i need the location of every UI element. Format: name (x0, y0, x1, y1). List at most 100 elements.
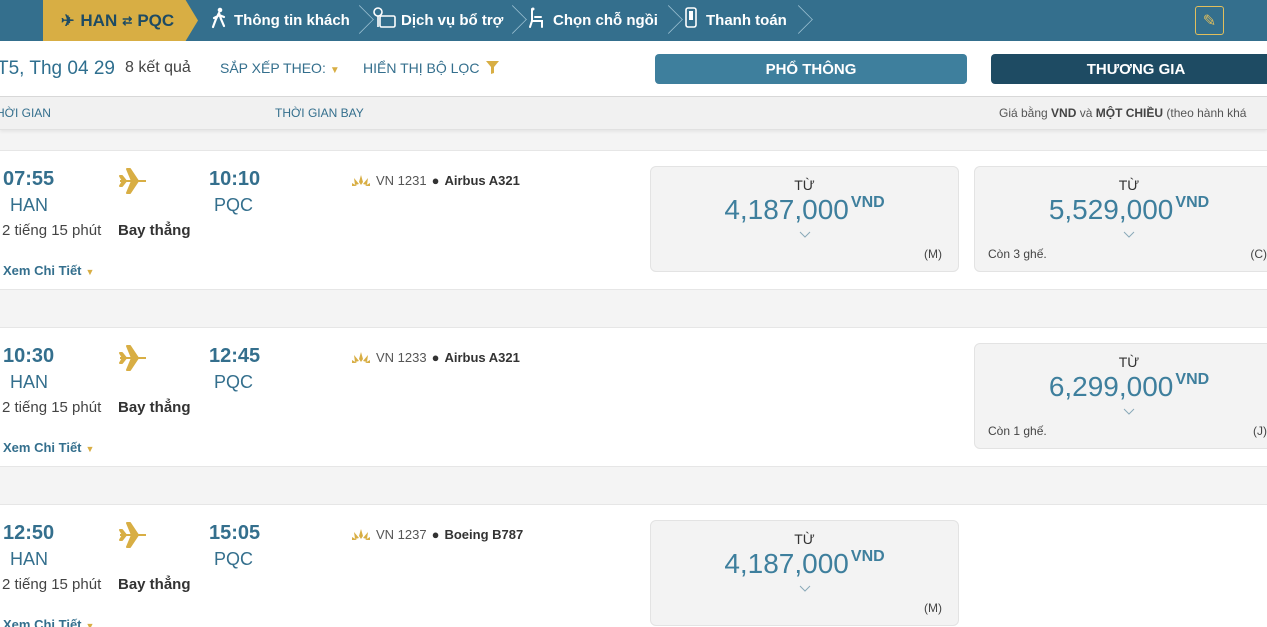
sort-dropdown[interactable]: SẮP XẾP THEO: ▼ (220, 60, 340, 76)
edit-search-button[interactable]: ✎ (1195, 6, 1224, 35)
flight-duration: 2 tiếng 15 phút (2, 222, 102, 239)
fare-class: (M) (924, 601, 942, 615)
fare-amount: 6,299,000 (1048, 371, 1174, 402)
departure-time: 10:30 (3, 345, 55, 367)
flight-number: VN 1233 (376, 350, 427, 365)
fare-price: 5,529,000 VND (975, 194, 1267, 226)
aircraft-type: Boeing B787 (444, 527, 524, 542)
stops-label: Bay thẳng (118, 399, 191, 416)
view-details-link[interactable]: Xem Chi Tiết ▼ (3, 440, 94, 455)
view-details-label: Xem Chi Tiết (3, 617, 82, 627)
economy-fare-card[interactable]: TỪ 4,187,000 VND (M) (650, 166, 959, 272)
step-separator (352, 0, 364, 41)
arrival-airport: PQC (214, 549, 254, 569)
flight-duration: 2 tiếng 15 phút (2, 399, 102, 416)
tab-business[interactable]: THƯƠNG GIA (991, 54, 1267, 84)
business-fare-card[interactable]: TỪ 5,529,000 VND Còn 3 ghế. (C) (974, 166, 1267, 272)
fare-from-label: TỪ (1118, 354, 1140, 370)
view-details-link[interactable]: Xem Chi Tiết ▼ (3, 263, 94, 278)
airplane-icon (119, 168, 146, 194)
column-time: HỜI GIAN (0, 106, 51, 120)
show-filter-button[interactable]: HIỂN THỊ BỘ LỌC (363, 60, 500, 76)
step-passenger-info[interactable]: Thông tin khách (208, 0, 350, 41)
arrival-airport: PQC (214, 372, 254, 392)
price-note-prefix: Giá bằng (999, 106, 1052, 120)
arrival-time: 12:45 (209, 345, 261, 367)
funnel-icon (482, 60, 500, 76)
aircraft-type: Airbus A321 (444, 173, 520, 188)
fare-price: 6,299,000 VND (975, 371, 1267, 403)
aircraft-type: Airbus A321 (444, 350, 520, 365)
price-note-suffix: (theo hành khá (1163, 106, 1247, 120)
pencil-icon: ✎ (1202, 12, 1217, 30)
fare-currency: VND (1175, 194, 1210, 211)
column-header: HỜI GIAN THỜI GIAN BAY Giá bằng VND và M… (0, 97, 1267, 130)
column-flight-time: THỜI GIAN BAY (275, 106, 364, 120)
step-payment-label: Thanh toán (706, 12, 787, 29)
departure-airport: HAN (10, 372, 49, 392)
caret-down-icon: ▼ (85, 621, 95, 627)
fare-class: (M) (924, 247, 942, 261)
result-count: 8 kết quả (125, 59, 191, 76)
step-services-label: Dịch vụ bổ trợ (401, 12, 504, 29)
flight-row: 10:30 HAN 12:45 PQC 2 tiếng 15 phút Bay … (0, 327, 1267, 467)
arrival-airport: PQC (214, 195, 254, 215)
departure-time: 12:50 (3, 522, 55, 544)
price-note: Giá bằng VND và MỘT CHIỀU (theo hành khá (999, 106, 1246, 120)
payment-icon (682, 7, 702, 34)
bullet-separator: ● (431, 350, 440, 365)
flight-duration: 2 tiếng 15 phút (2, 576, 102, 593)
fare-class: (C) (1250, 247, 1267, 261)
step-separator (505, 0, 517, 41)
step-services[interactable]: Dịch vụ bổ trợ (373, 0, 503, 41)
fare-price: 4,187,000 VND (651, 548, 958, 580)
seat-icon (527, 7, 549, 34)
flight-info: VN 1237 ● Boeing B787 (352, 527, 523, 542)
airline-lotus-icon (352, 351, 370, 363)
flight-info: VN 1231 ● Airbus A321 (352, 173, 520, 188)
route-destination: PQC (137, 10, 175, 30)
swap-icon: ⇄ (122, 13, 133, 28)
bullet-separator: ● (431, 527, 440, 542)
step-seat-selection[interactable]: Chọn chỗ ngồi (527, 0, 658, 41)
step-route[interactable]: ✈ HAN ⇄ PQC (43, 0, 198, 41)
stops-label: Bay thẳng (118, 576, 191, 593)
flight-number: VN 1237 (376, 527, 427, 542)
departure-time: 07:55 (3, 168, 55, 190)
airplane-icon (119, 522, 146, 548)
filter-label: HIỂN THỊ BỘ LỌC (363, 60, 480, 76)
caret-down-icon: ▼ (85, 444, 95, 454)
price-note-currency: VND (1051, 106, 1077, 120)
fare-currency: VND (850, 194, 885, 211)
chevron-down-icon (1123, 408, 1135, 415)
price-note-oneway: MỘT CHIỀU (1095, 106, 1164, 120)
step-separator (791, 0, 803, 41)
luggage-icon (373, 7, 397, 34)
tab-economy[interactable]: PHỔ THÔNG (655, 54, 967, 84)
flight-row: 12:50 HAN 15:05 PQC 2 tiếng 15 phút Bay … (0, 504, 1267, 627)
fare-from-label: TỪ (1118, 177, 1140, 193)
fare-class: (J) (1253, 424, 1267, 438)
fare-currency: VND (850, 548, 885, 565)
airline-lotus-icon (352, 174, 370, 186)
step-payment[interactable]: Thanh toán (682, 0, 787, 41)
price-note-mid: và (1076, 106, 1096, 120)
plane-icon: ✈ (61, 12, 75, 30)
view-details-label: Xem Chi Tiết (3, 263, 82, 278)
economy-fare-card[interactable]: TỪ 4,187,000 VND (M) (650, 520, 959, 626)
departure-airport: HAN (10, 195, 49, 215)
booking-steps-bar: ✈ HAN ⇄ PQC Thông tin khách Dịch vụ bổ t… (0, 0, 1267, 41)
business-fare-card[interactable]: TỪ 6,299,000 VND Còn 1 ghế. (J) (974, 343, 1267, 449)
selected-date: T5, Thg 04 29 (0, 58, 115, 79)
seats-left: Còn 3 ghế. (988, 247, 1047, 261)
view-details-link[interactable]: Xem Chi Tiết ▼ (3, 617, 94, 627)
view-details-label: Xem Chi Tiết (3, 440, 82, 455)
walking-passenger-icon (208, 7, 230, 34)
flight-number: VN 1231 (376, 173, 427, 188)
fare-amount: 5,529,000 (1048, 194, 1174, 225)
step-separator (661, 0, 673, 41)
flight-info: VN 1233 ● Airbus A321 (352, 350, 520, 365)
step-passenger-info-label: Thông tin khách (234, 12, 350, 29)
fare-from-label: TỪ (794, 177, 815, 193)
airplane-icon (119, 345, 146, 371)
